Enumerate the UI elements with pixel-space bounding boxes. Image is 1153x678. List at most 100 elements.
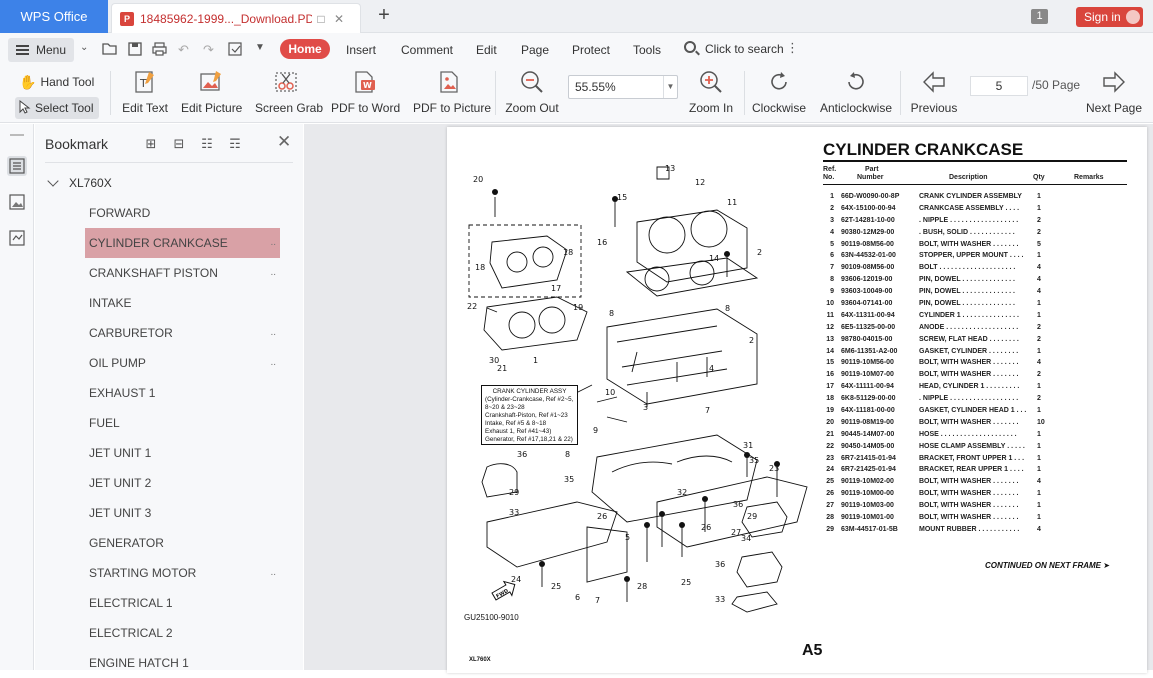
print-icon[interactable] [152, 42, 167, 59]
undo-icon[interactable]: ↶ [178, 42, 189, 58]
zoom-out-button[interactable]: Zoom Out [505, 69, 559, 115]
callout-number: 18 [475, 263, 485, 272]
tab-page[interactable]: Page [521, 43, 549, 57]
bookmark-item[interactable]: ENGINE HATCH 1 [85, 648, 280, 678]
scissors-icon [273, 69, 299, 95]
svg-text:W: W [363, 81, 372, 90]
close-tab-icon[interactable]: ✕ [330, 10, 348, 28]
part-qty: 1 [1037, 490, 1041, 498]
bookmark-item[interactable]: JET UNIT 1 [85, 438, 280, 468]
edit-text-button[interactable]: T Edit Text [122, 69, 168, 115]
bookmark-item[interactable]: STARTING MOTOR.. [85, 558, 280, 588]
sign-in-button[interactable]: Sign in [1076, 7, 1143, 27]
bookmark-item[interactable]: GENERATOR [85, 528, 280, 558]
tab-protect[interactable]: Protect [572, 43, 610, 57]
part-ref: 20 [826, 418, 834, 426]
bookmark-item-label: FORWARD [89, 206, 151, 220]
tab-edit[interactable]: Edit [476, 43, 497, 57]
page-number-input[interactable]: 5 [970, 76, 1028, 96]
chevron-down-icon[interactable]: ⌄ [80, 42, 88, 53]
callout-number: 9 [593, 426, 598, 435]
tab-home[interactable]: Home [280, 39, 330, 59]
bookmark-root[interactable]: XL760X [47, 175, 112, 190]
thumbnail-panel-icon[interactable] [7, 192, 27, 212]
dropdown-arrow-icon[interactable]: ▼ [663, 76, 677, 98]
pdf-to-word-button[interactable]: W PDF to Word [331, 69, 400, 115]
part-qty: 4 [1037, 264, 1041, 272]
new-tab-button[interactable]: + [373, 5, 395, 27]
open-folder-icon[interactable] [102, 42, 117, 58]
collapse-handle-icon[interactable] [10, 134, 24, 136]
part-number: 6M6-11351-A2-00 [841, 347, 898, 355]
bookmark-item[interactable]: CRANKSHAFT PISTON.. [85, 258, 280, 288]
part-ref: 8 [830, 276, 834, 284]
save-icon[interactable] [128, 42, 142, 59]
bookmark-item[interactable]: ELECTRICAL 1 [85, 588, 280, 618]
collapse-all-icon[interactable]: ⊟ [165, 136, 193, 152]
tab-comment[interactable]: Comment [401, 43, 453, 57]
part-qty: 2 [1037, 335, 1041, 343]
bookmark-item[interactable]: EXHAUST 1 [85, 378, 280, 408]
menu-button[interactable]: Menu [8, 38, 74, 62]
search-box[interactable]: Click to search [705, 42, 784, 56]
zoom-in-button[interactable]: Zoom In [688, 69, 734, 115]
bookmark-item[interactable]: CYLINDER CRANKCASE.. [85, 228, 280, 258]
close-panel-icon[interactable]: ✕ [277, 132, 291, 152]
rotate-anticlockwise-button[interactable]: Anticlockwise [820, 69, 892, 115]
quick-access-more-icon[interactable]: ▼ [255, 42, 265, 53]
part-qty: 2 [1037, 216, 1041, 224]
part-description: . NIPPLE . . . . . . . . . . . . . . . .… [919, 216, 1019, 224]
document-viewer[interactable]: 13 12 20 15 11 18 18 16 14 2 17 19 8 22 8 30 21 1 4 2 10 3 7 9 8… [304, 124, 1153, 673]
previous-page-button[interactable]: Previous [910, 69, 958, 115]
rotate-clockwise-button[interactable]: Clockwise [752, 69, 806, 115]
col-ref2: No. [823, 174, 835, 181]
bookmark-item[interactable]: ELECTRICAL 2 [85, 618, 280, 648]
more-vertical-icon[interactable]: ⋮ [786, 40, 799, 56]
next-page-label: Next Page [1086, 101, 1143, 115]
pdf-file-icon: P [120, 11, 134, 26]
tab-tools[interactable]: Tools [633, 43, 661, 57]
bookmark-item[interactable]: FUEL [85, 408, 280, 438]
screen-grab-button[interactable]: Screen Grab [255, 69, 323, 115]
search-icon[interactable] [684, 41, 696, 53]
window-count-badge[interactable]: 1 [1031, 9, 1048, 24]
bookmark-options-icon[interactable]: ☶ [221, 136, 249, 152]
callout-number: 33 [715, 595, 725, 604]
redo-icon[interactable]: ↷ [203, 42, 214, 58]
bookmark-item[interactable]: INTAKE [85, 288, 280, 318]
chevron-down-icon[interactable] [47, 175, 59, 187]
part-ref: 19 [826, 407, 834, 415]
next-page-button[interactable]: Next Page [1086, 69, 1142, 115]
restore-tab-icon[interactable]: □ [312, 10, 330, 28]
expand-all-icon[interactable]: ⊞ [137, 136, 165, 152]
bookmark-item[interactable]: JET UNIT 2 [85, 468, 280, 498]
bookmark-item[interactable]: FORWARD [85, 198, 280, 228]
edit-text-icon: T [132, 69, 158, 95]
zoom-level-select[interactable]: 55.55% ▼ [568, 75, 678, 99]
export-icon[interactable] [228, 42, 243, 59]
select-tool-button[interactable]: Select Tool [15, 97, 100, 119]
bookmark-item[interactable]: CARBURETOR.. [85, 318, 280, 348]
part-ref: 12 [826, 323, 834, 331]
part-number: 93604-07141-00 [841, 300, 893, 308]
edit-picture-button[interactable]: Edit Picture [181, 69, 242, 115]
document-tab[interactable]: P 18485962-1999..._Download.PDF □ ✕ [111, 3, 361, 33]
bookmark-item[interactable]: OIL PUMP.. [85, 348, 280, 378]
part-qty: 1 [1037, 347, 1041, 355]
zoom-in-label: Zoom In [688, 101, 733, 115]
part-number: 6K8-51129-00-00 [841, 395, 896, 403]
tab-insert[interactable]: Insert [346, 43, 376, 57]
pdf-to-picture-button[interactable]: PDF to Picture [413, 69, 491, 115]
bookmark-panel-icon[interactable] [7, 156, 27, 176]
part-ref: 17 [826, 383, 834, 391]
arrow-left-icon [921, 69, 947, 95]
hand-tool-button[interactable]: ✋ Hand Tool [15, 71, 100, 93]
add-bookmark-icon[interactable]: ☷ [193, 136, 221, 152]
annotation-panel-icon[interactable] [7, 228, 27, 248]
wps-office-tab[interactable]: WPS Office [0, 0, 108, 33]
part-ref: 25 [826, 478, 834, 486]
bookmark-item[interactable]: JET UNIT 3 [85, 498, 280, 528]
callout-number: 27 [731, 528, 741, 537]
part-ref: 2 [830, 204, 834, 212]
part-ref: 27 [826, 502, 834, 510]
